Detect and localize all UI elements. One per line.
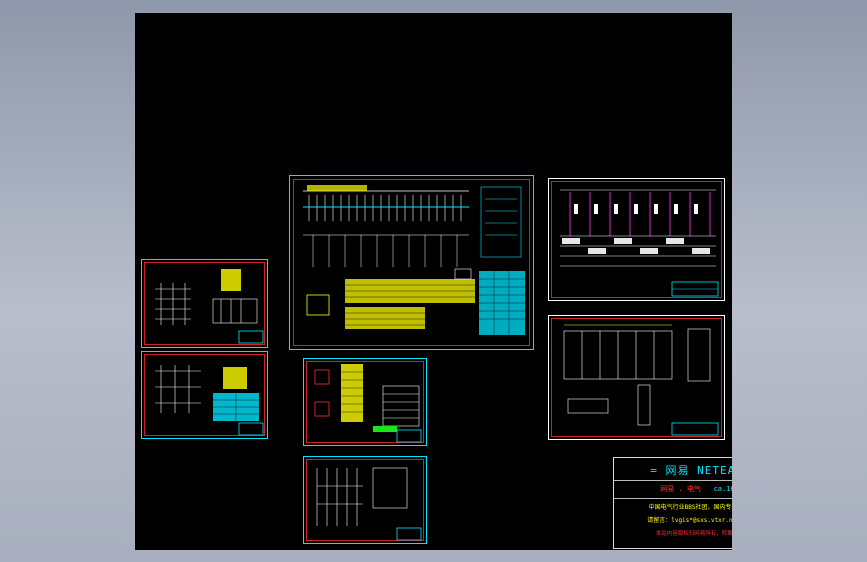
drawing-sheet-main-schematic[interactable] (289, 175, 534, 350)
stamp-title: = 网易 NETEASE = (650, 464, 732, 477)
stamp-divider (614, 480, 732, 481)
stamp-line-3: 本站内容版权归网易所有，转载请注明出处 (655, 531, 732, 537)
stamp-sub-left: 网易 . 电气 (660, 485, 701, 493)
drawing-sheet-panel-table[interactable] (548, 178, 725, 301)
drawing-sheet-bottom-panel[interactable] (303, 456, 427, 544)
stamp-line-2: 请留言：lvgis*@sxs.vtxr.netease.com (647, 517, 732, 524)
stamp-divider (614, 498, 732, 499)
drawing-sheet-middle-panel[interactable] (303, 358, 427, 446)
stamp-line-1: 中国电气行业BBS社团，国内专业，网站论坛 (648, 504, 732, 511)
drawing-canvas[interactable]: = 网易 NETEASE = 网易 . 电气 ca.163.com 中国电气行业… (135, 13, 732, 550)
drawing-sheet-panel-elevation[interactable] (548, 315, 725, 440)
stamp-sub-right: ca.163.com (713, 485, 732, 493)
drawing-sheet-left-lower[interactable] (141, 351, 268, 439)
drawing-sheet-left-upper[interactable] (141, 259, 268, 348)
title-block-stamp: = 网易 NETEASE = 网易 . 电气 ca.163.com 中国电气行业… (613, 457, 732, 549)
stamp-subtitle: 网易 . 电气 ca.163.com (614, 484, 732, 494)
